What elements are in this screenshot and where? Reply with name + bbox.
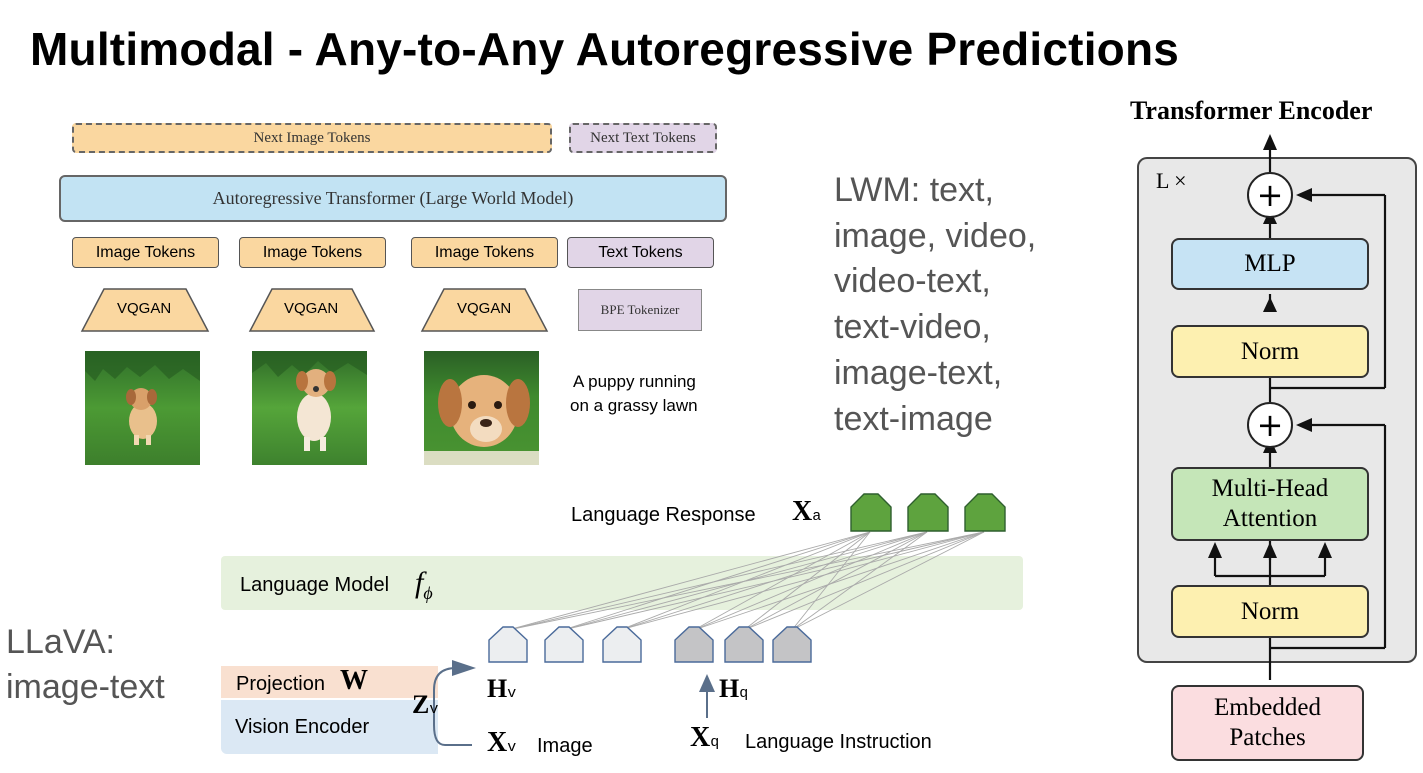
instruction-token-markers <box>674 626 812 663</box>
norm-top-box: Norm <box>1171 325 1369 378</box>
xa-main: X <box>792 496 813 527</box>
mlp-box: MLP <box>1171 238 1369 290</box>
multi-head-attention-box: Multi-Head Attention <box>1171 467 1369 541</box>
embedded-label-line-1: Embedded <box>1214 694 1321 721</box>
hv-token-1 <box>488 626 528 663</box>
embedded-label-line-2: Patches <box>1229 724 1306 751</box>
add-residual-bottom: + <box>1247 402 1293 448</box>
attention-lines <box>507 531 985 631</box>
xq-main: X <box>690 722 711 753</box>
hv-main: H <box>487 674 508 703</box>
hq-sub: q <box>739 685 749 702</box>
xv-symbol: Xv <box>487 727 516 759</box>
norm-bottom-box: Norm <box>1171 585 1369 638</box>
language-instruction-label: Language Instruction <box>745 731 932 753</box>
mha-label-line-1: Multi-Head <box>1211 475 1329 502</box>
xv-main: X <box>487 727 508 758</box>
hq-symbol: Hq <box>719 674 748 704</box>
xa-sub: a <box>812 508 822 525</box>
add-residual-top: + <box>1247 172 1293 218</box>
hq-token-2 <box>724 626 764 663</box>
zv-main: Z <box>412 690 430 719</box>
xq-symbol: Xq <box>690 722 719 754</box>
hq-token-3 <box>772 626 812 663</box>
norm-top-label: Norm <box>1240 337 1300 365</box>
zv-curve <box>433 667 472 746</box>
hv-symbol: Hv <box>487 674 516 704</box>
xv-sub: v <box>507 739 517 756</box>
zv-symbol: Zv <box>412 690 438 720</box>
xq-sub: q <box>710 734 720 751</box>
mha-label-line-2: Attention <box>1222 505 1318 532</box>
mlp-label: MLP <box>1244 250 1296 277</box>
hq-token-1 <box>674 626 714 663</box>
llava-connections <box>433 493 1006 746</box>
hv-sub: v <box>507 685 517 702</box>
response-token-markers <box>850 493 1006 532</box>
zv-sub: v <box>429 701 439 718</box>
norm-bottom-label: Norm <box>1240 597 1300 625</box>
xa-token-2 <box>907 493 949 532</box>
xa-token-1 <box>850 493 892 532</box>
language-response-label: Language Response <box>571 504 756 526</box>
plus-symbol: + <box>1256 176 1284 214</box>
hv-token-3 <box>602 626 642 663</box>
image-token-markers <box>488 626 642 663</box>
plus-symbol: + <box>1256 406 1284 444</box>
zv-arrowhead <box>452 660 476 676</box>
xa-token-3 <box>964 493 1006 532</box>
embedded-patches-box: Embedded Patches <box>1171 685 1364 761</box>
image-label: Image <box>537 735 593 757</box>
xq-arrowhead <box>699 674 715 692</box>
hq-main: H <box>719 674 740 703</box>
hv-token-2 <box>544 626 584 663</box>
xa-symbol: Xa <box>792 496 821 528</box>
